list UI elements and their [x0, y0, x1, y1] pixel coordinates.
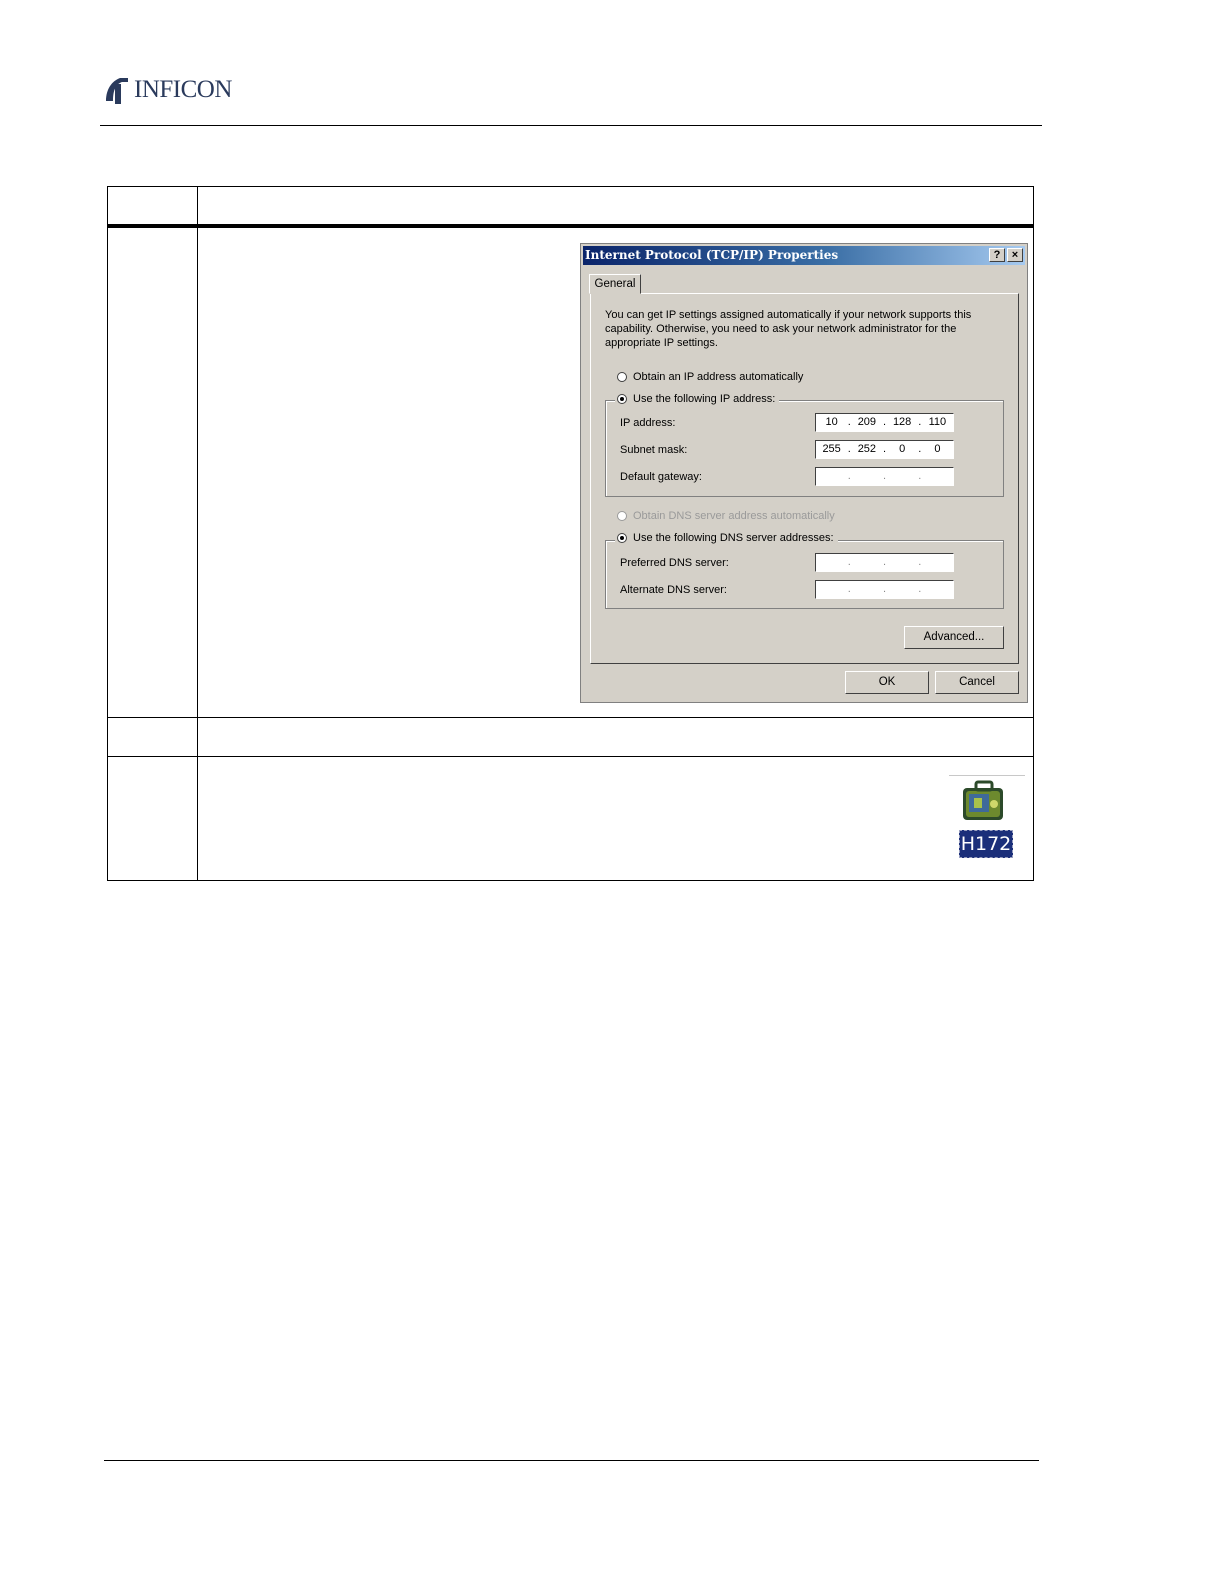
table-row-divider	[108, 717, 1033, 718]
ip-octet: 0	[934, 443, 941, 455]
default-gateway-field[interactable]: ...	[815, 467, 954, 486]
ip-octet: 0	[899, 443, 906, 455]
ip-octet: 110	[928, 416, 947, 428]
application-shortcut-icon[interactable]	[960, 780, 1008, 822]
subnet-mask-field[interactable]: 255. 252. 0. 0	[815, 440, 954, 459]
table-column-divider	[197, 187, 198, 880]
ok-button[interactable]: OK	[845, 671, 929, 694]
ip-octet: 10	[825, 416, 838, 428]
radio-label: Use the following IP address:	[633, 393, 776, 405]
general-tab-panel: You can get IP settings assigned automat…	[590, 293, 1019, 664]
cancel-button[interactable]: Cancel	[935, 671, 1019, 694]
radio-obtain-ip-auto[interactable]: Obtain an IP address automatically	[617, 371, 803, 383]
alternate-dns-label: Alternate DNS server:	[620, 584, 727, 596]
ip-octet: 209	[857, 416, 877, 428]
subnet-mask-label: Subnet mask:	[620, 444, 688, 456]
dialog-titlebar: Internet Protocol (TCP/IP) Properties ? …	[583, 246, 1025, 265]
preferred-dns-label: Preferred DNS server:	[620, 557, 729, 569]
radio-label: Obtain DNS server address automatically	[633, 510, 835, 522]
radio-button-selected-icon	[617, 394, 627, 404]
ip-address-field[interactable]: 10. 209. 128. 110	[815, 413, 954, 432]
default-gateway-label: Default gateway:	[620, 471, 702, 483]
advanced-button[interactable]: Advanced...	[904, 626, 1004, 649]
dialog-title: Internet Protocol (TCP/IP) Properties	[585, 248, 839, 262]
icon-separator	[949, 775, 1025, 776]
ip-octet: 255	[822, 443, 841, 455]
radio-label: Obtain an IP address automatically	[633, 371, 804, 383]
tab-general[interactable]: General	[589, 274, 641, 294]
radio-button-icon	[617, 372, 627, 382]
preferred-dns-field[interactable]: ...	[815, 553, 954, 572]
help-button[interactable]: ?	[989, 248, 1005, 262]
table-row-divider	[108, 756, 1033, 757]
inficon-logo-mark-icon	[106, 78, 128, 104]
inficon-logo: INFICON	[104, 74, 232, 106]
header-rule	[100, 125, 1042, 126]
radio-button-selected-icon	[617, 533, 627, 543]
tcpip-properties-dialog: Internet Protocol (TCP/IP) Properties ? …	[580, 243, 1028, 703]
close-button[interactable]: ×	[1007, 248, 1023, 262]
ip-octet: 252	[857, 443, 877, 455]
radio-button-disabled-icon	[617, 511, 627, 521]
radio-use-following-ip[interactable]: Use the following IP address:	[615, 393, 780, 405]
footer-rule	[104, 1460, 1039, 1461]
h172-shortcut-label[interactable]: H172	[959, 830, 1013, 858]
intro-text: You can get IP settings assigned automat…	[605, 309, 972, 349]
ip-address-label: IP address:	[620, 417, 676, 429]
radio-obtain-dns-auto[interactable]: Obtain DNS server address automatically	[617, 510, 835, 522]
logo-text: INFICON	[134, 76, 232, 103]
table-header-rule	[108, 224, 1033, 228]
radio-use-following-dns[interactable]: Use the following DNS server addresses:	[615, 532, 838, 544]
ip-octet: 128	[892, 416, 912, 428]
alternate-dns-field[interactable]: ...	[815, 580, 954, 599]
radio-label: Use the following DNS server addresses:	[633, 532, 834, 544]
